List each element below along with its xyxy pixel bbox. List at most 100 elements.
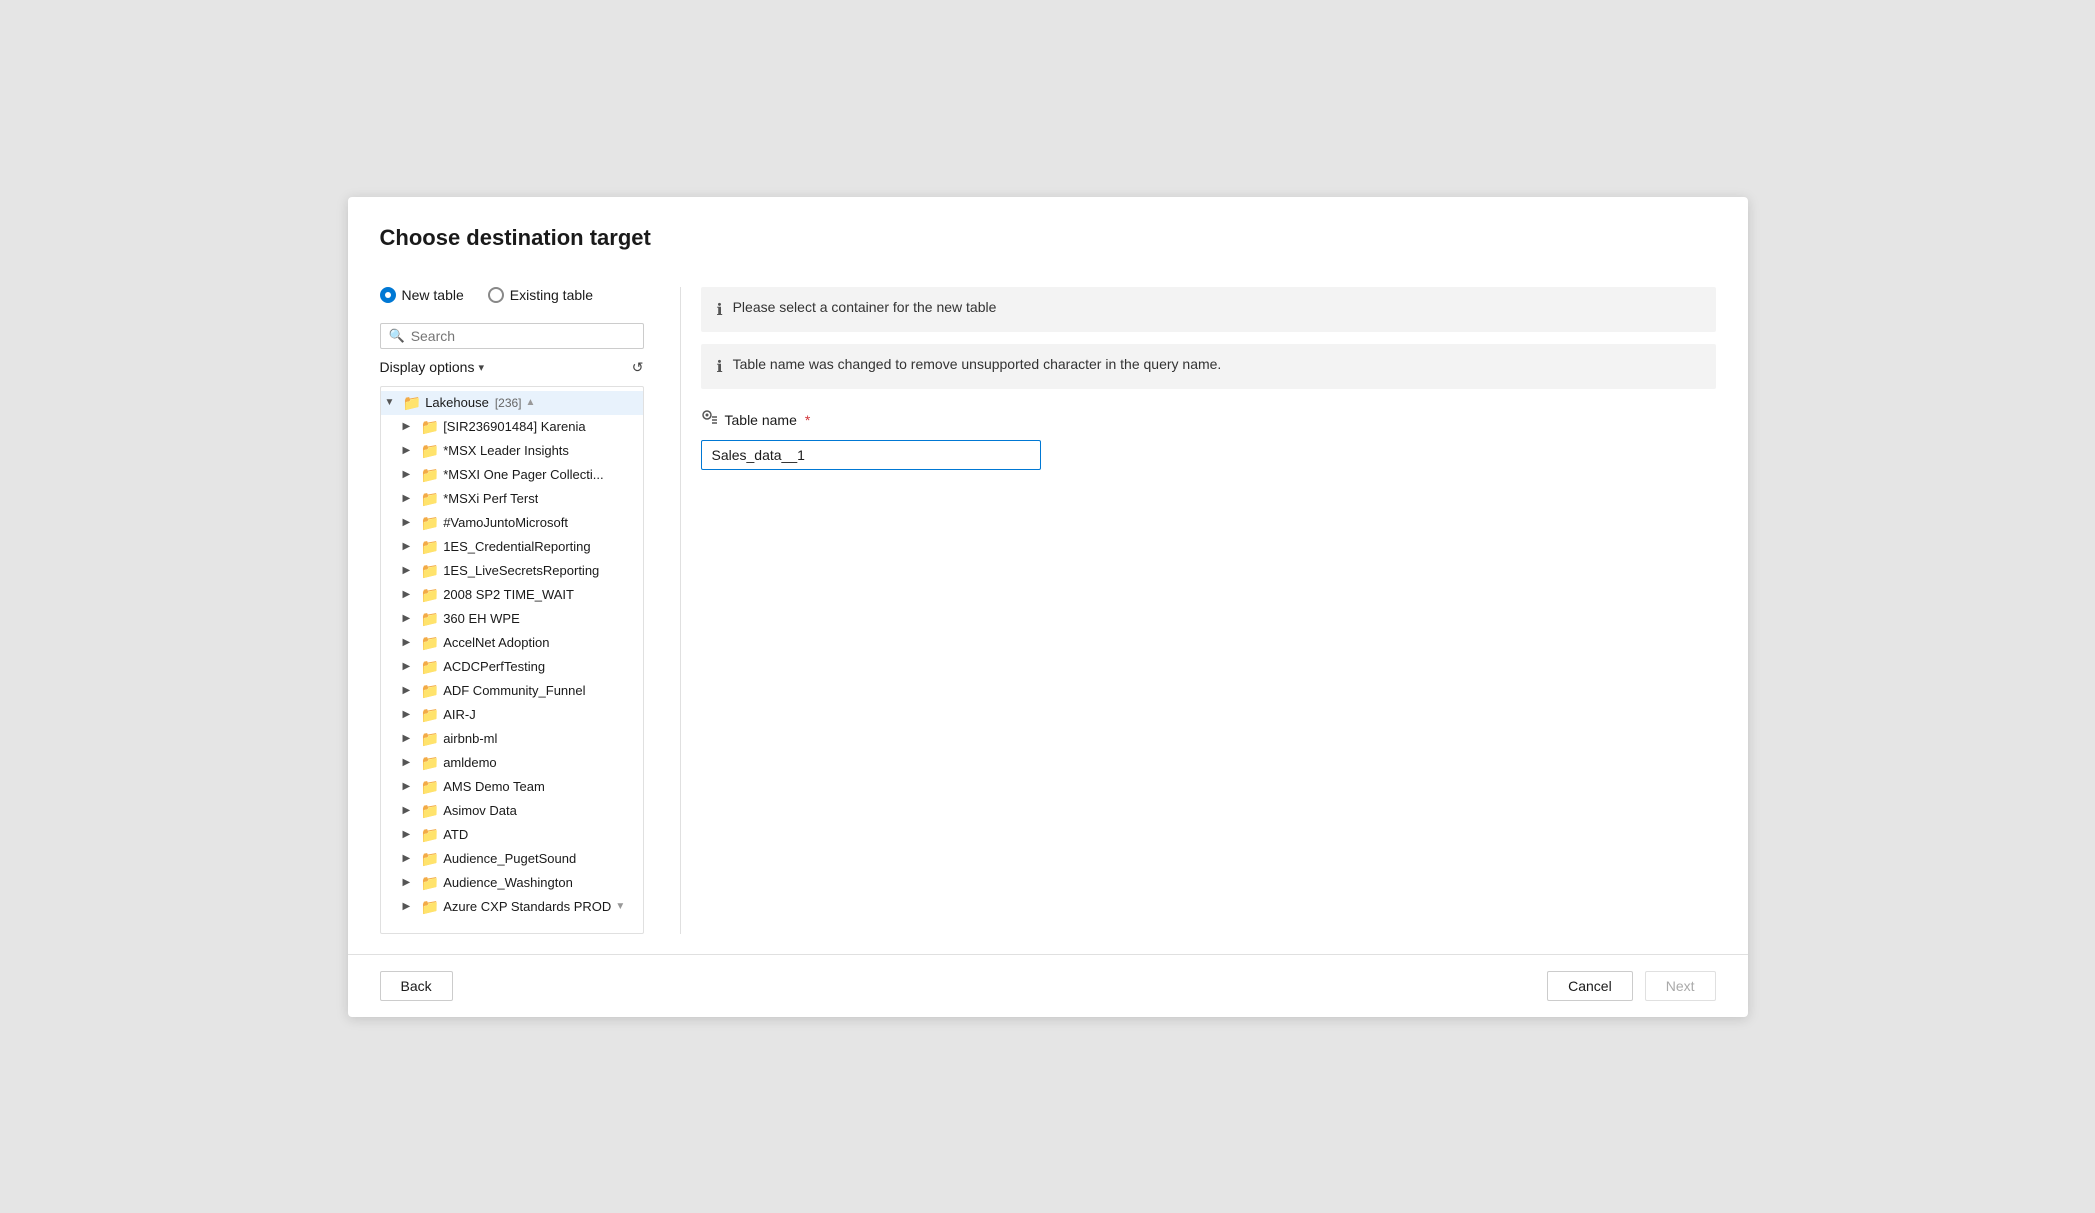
folder-icon: 📁 bbox=[403, 394, 422, 412]
expand-icon: ▶ bbox=[403, 781, 417, 792]
tree-item-label: 1ES_LiveSecretsReporting bbox=[443, 563, 599, 578]
folder-icon: 📁 bbox=[421, 658, 440, 676]
search-icon: 🔍 bbox=[389, 328, 405, 344]
list-item[interactable]: ▶ 📁 1ES_CredentialReporting bbox=[381, 535, 643, 559]
tree-item-label: Audience_PugetSound bbox=[443, 851, 576, 866]
tree-item-label: 2008 SP2 TIME_WAIT bbox=[443, 587, 574, 602]
folder-icon: 📁 bbox=[421, 538, 440, 556]
folder-icon: 📁 bbox=[421, 586, 440, 604]
tree-item-label: 360 EH WPE bbox=[443, 611, 520, 626]
warning-icon: ℹ bbox=[717, 357, 723, 377]
back-button[interactable]: Back bbox=[380, 971, 453, 1001]
expand-icon: ▶ bbox=[403, 421, 417, 432]
expand-icon: ▶ bbox=[403, 589, 417, 600]
choose-destination-dialog: Choose destination target New table Exis… bbox=[348, 197, 1748, 1017]
refresh-icon[interactable]: ↺ bbox=[632, 359, 644, 376]
tree-item-label: ADF Community_Funnel bbox=[443, 683, 585, 698]
search-box[interactable]: 🔍 bbox=[380, 323, 644, 349]
folder-icon: 📁 bbox=[421, 826, 440, 844]
list-item[interactable]: ▶ 📁 Asimov Data bbox=[381, 799, 643, 823]
list-item[interactable]: ▶ 📁 #VamoJuntoMicrosoft bbox=[381, 511, 643, 535]
table-name-input[interactable] bbox=[701, 440, 1041, 470]
folder-tree[interactable]: ▼ 📁 Lakehouse [236] ▲ ▶ 📁 [SIR236901484]… bbox=[380, 386, 644, 934]
dialog-header: Choose destination target bbox=[348, 197, 1748, 267]
list-item[interactable]: ▶ 📁 Audience_Washington bbox=[381, 871, 643, 895]
list-item[interactable]: ▶ 📁 360 EH WPE bbox=[381, 607, 643, 631]
dialog-title: Choose destination target bbox=[380, 225, 1716, 251]
folder-icon: 📁 bbox=[421, 418, 440, 436]
folder-icon: 📁 bbox=[421, 442, 440, 460]
tree-item-label: #VamoJuntoMicrosoft bbox=[443, 515, 568, 530]
expand-icon: ▶ bbox=[403, 805, 417, 816]
folder-icon: 📁 bbox=[421, 898, 440, 916]
list-item[interactable]: ▶ 📁 ACDCPerfTesting bbox=[381, 655, 643, 679]
expand-icon: ▶ bbox=[403, 541, 417, 552]
list-item[interactable]: ▶ 📁 [SIR236901484] Karenia bbox=[381, 415, 643, 439]
info-banner-text: Please select a container for the new ta… bbox=[733, 299, 997, 315]
dialog-body: New table Existing table 🔍 Display optio… bbox=[348, 267, 1748, 954]
warning-banner-text: Table name was changed to remove unsuppo… bbox=[733, 356, 1222, 372]
folder-icon: 📁 bbox=[421, 874, 440, 892]
list-item[interactable]: ▶ 📁 airbnb-ml bbox=[381, 727, 643, 751]
expand-icon: ▶ bbox=[403, 901, 417, 912]
list-item[interactable]: ▶ 📁 AccelNet Adoption bbox=[381, 631, 643, 655]
expand-icon: ▶ bbox=[403, 709, 417, 720]
expand-icon: ▶ bbox=[403, 493, 417, 504]
folder-icon: 📁 bbox=[421, 802, 440, 820]
existing-table-radio[interactable]: Existing table bbox=[488, 287, 593, 303]
list-item[interactable]: ▶ 📁 1ES_LiveSecretsReporting bbox=[381, 559, 643, 583]
new-table-radio[interactable]: New table bbox=[380, 287, 464, 303]
tree-root: ▼ 📁 Lakehouse [236] ▲ ▶ 📁 [SIR236901484]… bbox=[381, 387, 643, 923]
display-options-row: Display options ▾ ↺ bbox=[380, 357, 644, 378]
next-button[interactable]: Next bbox=[1645, 971, 1716, 1001]
tree-item-label: 1ES_CredentialReporting bbox=[443, 539, 590, 554]
tree-item-label: ACDCPerfTesting bbox=[443, 659, 545, 674]
list-item[interactable]: ▶ 📁 *MSXI One Pager Collecti... bbox=[381, 463, 643, 487]
list-item[interactable]: ▶ 📁 AIR-J bbox=[381, 703, 643, 727]
folder-icon: 📁 bbox=[421, 562, 440, 580]
list-item[interactable]: ▶ 📁 Audience_PugetSound bbox=[381, 847, 643, 871]
expand-icon: ▶ bbox=[403, 661, 417, 672]
expand-icon: ▶ bbox=[403, 445, 417, 456]
folder-icon: 📁 bbox=[421, 850, 440, 868]
left-panel: New table Existing table 🔍 Display optio… bbox=[380, 287, 660, 934]
tree-item-lakehouse[interactable]: ▼ 📁 Lakehouse [236] ▲ bbox=[381, 391, 643, 415]
tree-item-label: ATD bbox=[443, 827, 468, 842]
expand-icon: ▶ bbox=[403, 517, 417, 528]
tree-item-label: [SIR236901484] Karenia bbox=[443, 419, 585, 434]
tree-item-count-lakehouse: [236] bbox=[495, 396, 522, 410]
footer-left: Back bbox=[380, 971, 453, 1001]
expand-icon: ▶ bbox=[403, 757, 417, 768]
tree-item-label: AccelNet Adoption bbox=[443, 635, 549, 650]
new-table-label: New table bbox=[402, 287, 464, 303]
folder-icon: 📁 bbox=[421, 682, 440, 700]
existing-table-radio-circle bbox=[488, 287, 504, 303]
list-item[interactable]: ▶ 📁 ADF Community_Funnel bbox=[381, 679, 643, 703]
scroll-down-indicator: ▼ bbox=[615, 901, 625, 912]
tree-item-label: *MSX Leader Insights bbox=[443, 443, 569, 458]
tree-item-label: Azure CXP Standards PROD bbox=[443, 899, 611, 914]
info-icon: ℹ bbox=[717, 300, 723, 320]
list-item[interactable]: ▶ 📁 2008 SP2 TIME_WAIT bbox=[381, 583, 643, 607]
tree-item-label: Asimov Data bbox=[443, 803, 517, 818]
list-item[interactable]: ▶ 📁 amldemo bbox=[381, 751, 643, 775]
display-options-button[interactable]: Display options ▾ bbox=[380, 359, 484, 375]
cancel-button[interactable]: Cancel bbox=[1547, 971, 1633, 1001]
right-panel: ℹ Please select a container for the new … bbox=[701, 287, 1716, 934]
search-input[interactable] bbox=[411, 328, 635, 344]
folder-icon: 📁 bbox=[421, 490, 440, 508]
folder-icon: 📁 bbox=[421, 706, 440, 724]
expand-icon: ▶ bbox=[403, 685, 417, 696]
folder-icon: 📁 bbox=[421, 610, 440, 628]
folder-icon: 📁 bbox=[421, 466, 440, 484]
list-item[interactable]: ▶ 📁 *MSX Leader Insights bbox=[381, 439, 643, 463]
list-item[interactable]: ▶ 📁 AMS Demo Team bbox=[381, 775, 643, 799]
list-item[interactable]: ▶ 📁 *MSXi Perf Terst bbox=[381, 487, 643, 511]
new-table-radio-circle bbox=[380, 287, 396, 303]
expand-icon: ▶ bbox=[403, 469, 417, 480]
list-item[interactable]: ▶ 📁 Azure CXP Standards PROD ▼ bbox=[381, 895, 643, 919]
expand-icon: ▶ bbox=[403, 853, 417, 864]
tree-item-label: *MSXI One Pager Collecti... bbox=[443, 467, 603, 482]
expand-icon: ▶ bbox=[403, 877, 417, 888]
list-item[interactable]: ▶ 📁 ATD bbox=[381, 823, 643, 847]
